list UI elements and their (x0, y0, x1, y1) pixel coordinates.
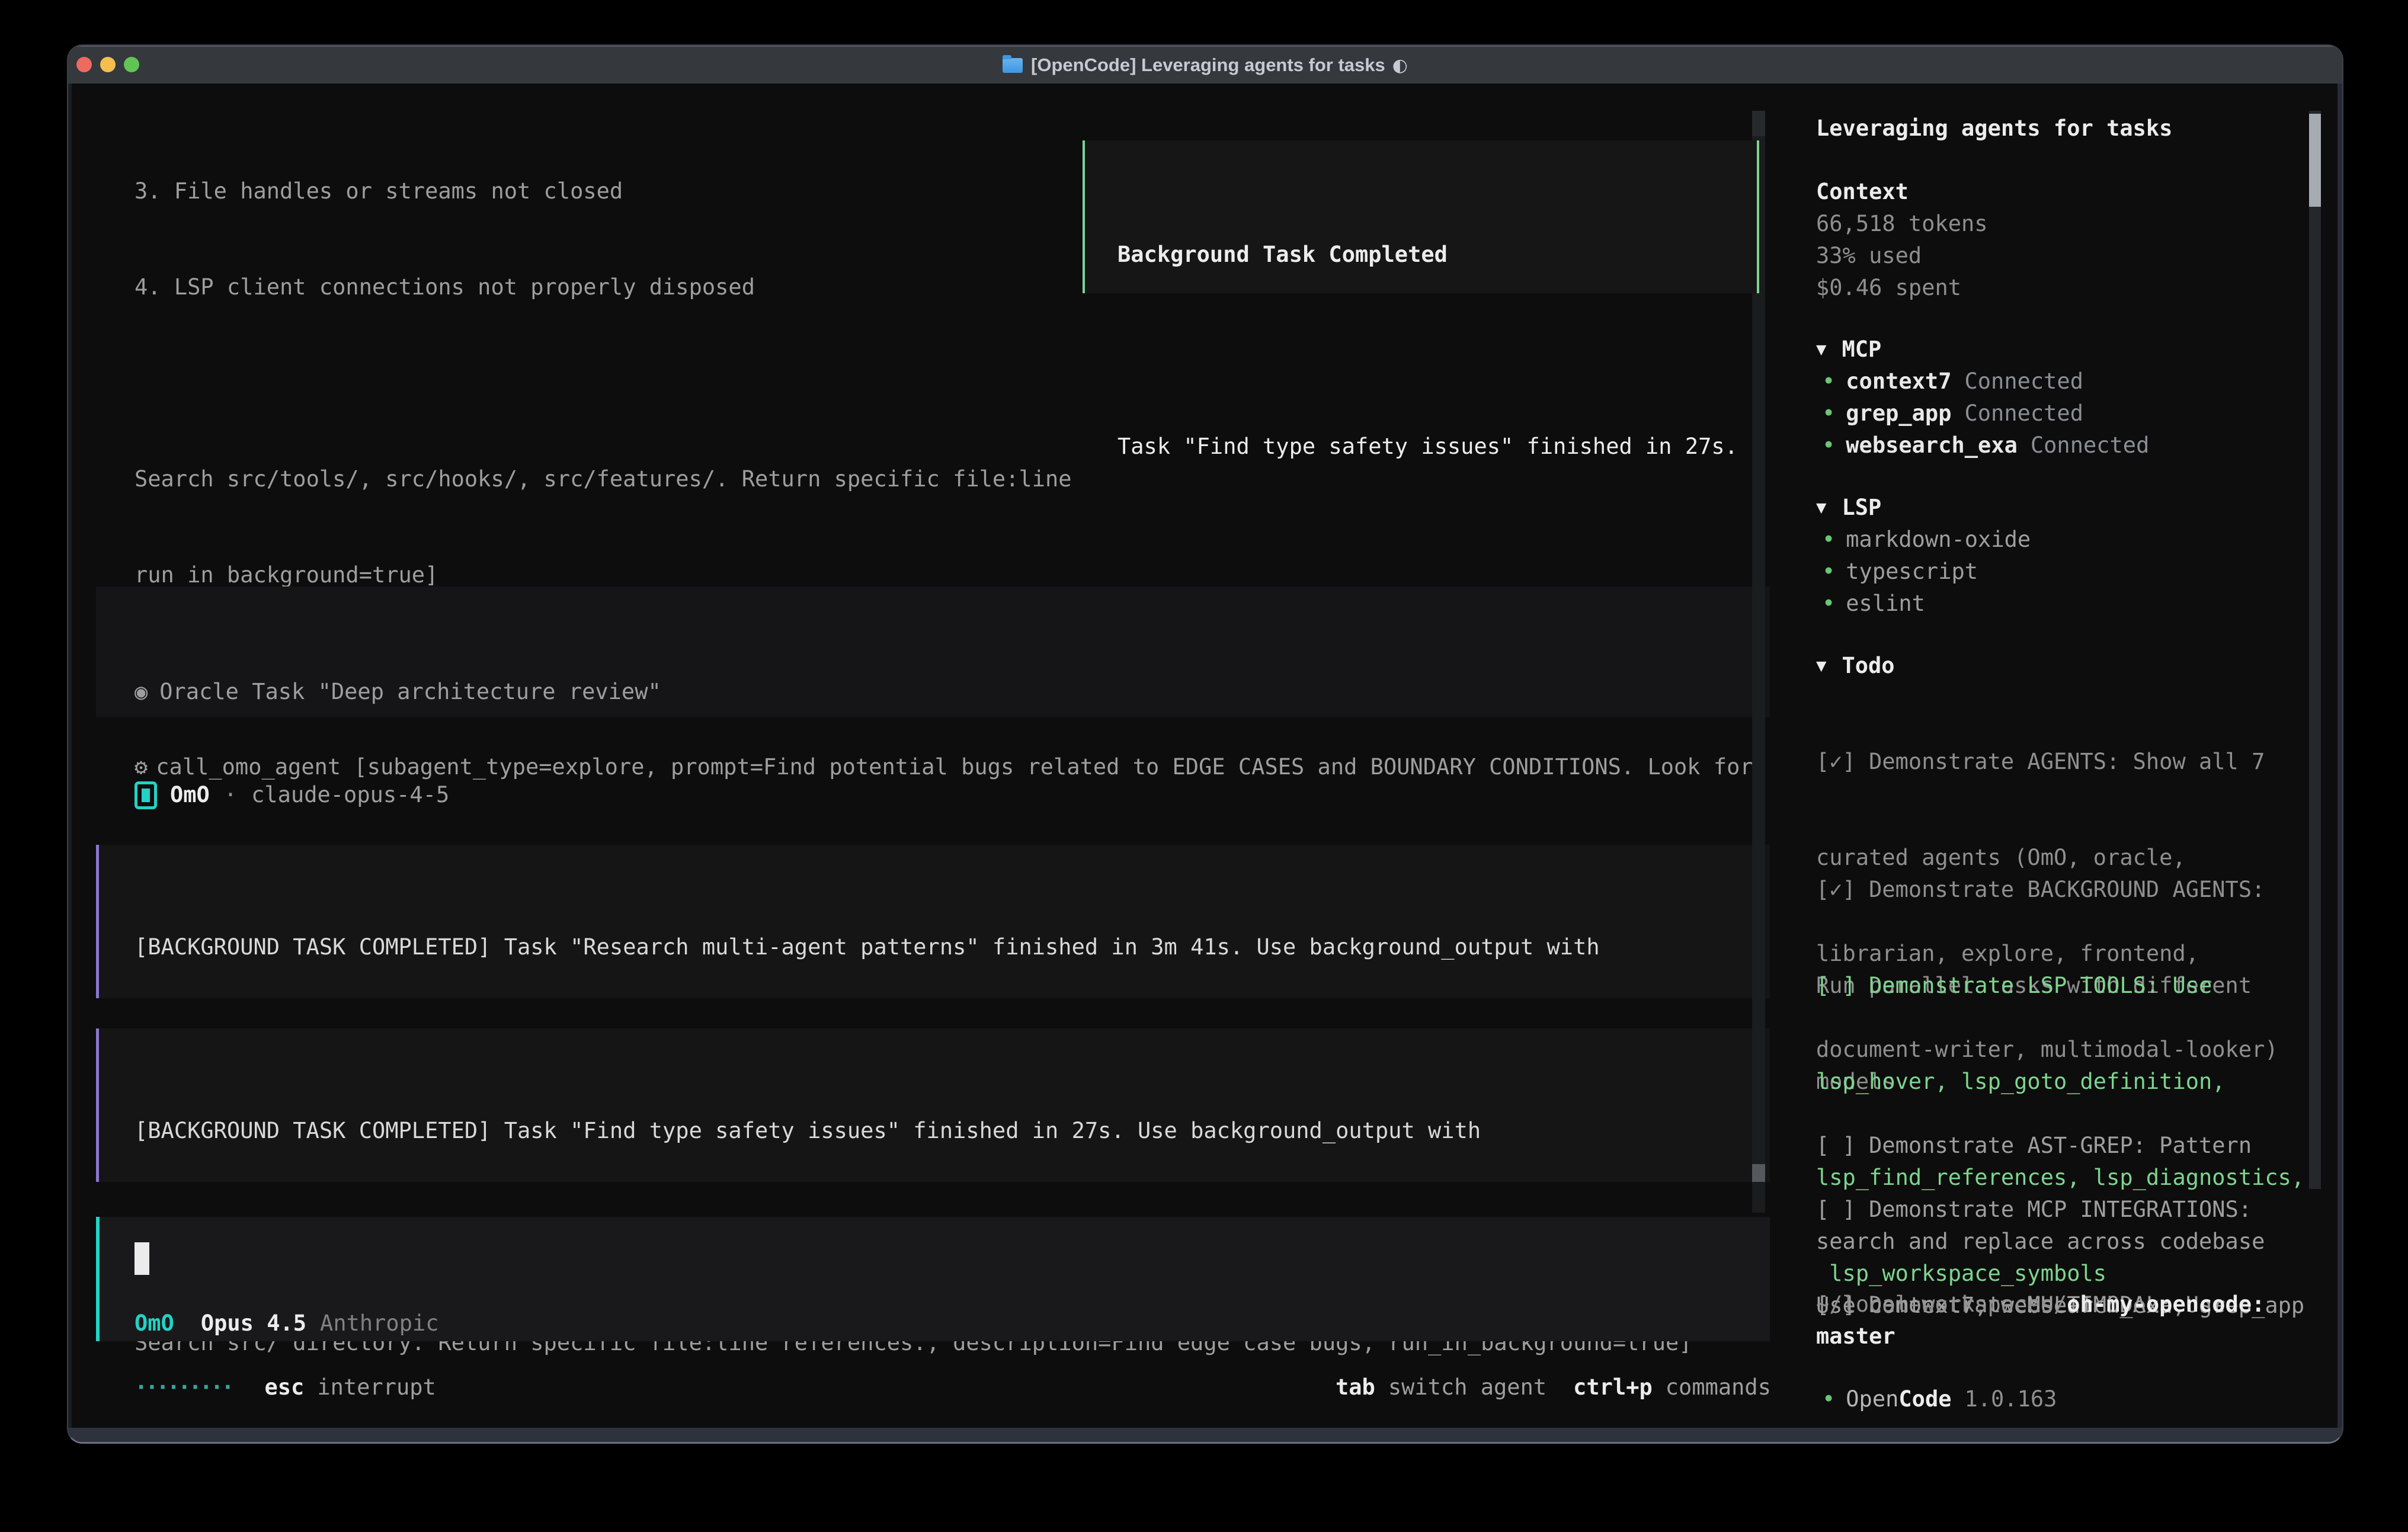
mcp-status: Connected (1965, 368, 2083, 394)
statusbar-left: ········· esc interrupt (135, 1371, 436, 1403)
mcp-item: • grep_app Connected (1822, 398, 2083, 430)
mcp-item: • context7 Connected (1822, 366, 2083, 398)
background-task-message: [BACKGROUND TASK COMPLETED] Task "Resear… (96, 845, 1770, 998)
ctrlp-key-label: commands (1666, 1371, 1771, 1403)
toast-body: Task "Find type safety issues" finished … (1117, 431, 1757, 463)
model-row: OmO Opus 4.5 Anthropic (135, 1307, 439, 1339)
oracle-marker-icon: ◉ (135, 679, 148, 704)
input-provider: Anthropic (320, 1307, 438, 1339)
close-button[interactable] (76, 57, 92, 72)
separator-dot: · (224, 779, 237, 811)
status-dot-icon: • (1822, 559, 1835, 584)
input-model: Opus 4.5 (201, 1307, 306, 1339)
window-title: [OpenCode] Leveraging agents for tasks (1031, 55, 1385, 76)
context-heading: Context (1816, 176, 1909, 208)
statusbar: ········· esc interrupt tab switch agent… (135, 1371, 1771, 1403)
folder-icon (1003, 58, 1023, 73)
status-dot-icon: • (1822, 527, 1835, 552)
status-dot-icon: • (1822, 432, 1835, 458)
section-lsp[interactable]: ▼ LSP (1816, 492, 1881, 525)
task-text-line: [BACKGROUND TASK COMPLETED] Task "Find t… (135, 1115, 1770, 1147)
activity-dots-icon: ········· (135, 1371, 232, 1403)
branch-name: master (1816, 1321, 1895, 1352)
task-text-line: [BACKGROUND TASK COMPLETED] Task "Resear… (135, 931, 1770, 963)
agent-header: OmO · claude-opus-4-5 (135, 779, 449, 811)
main-scrollbar-segment (1752, 111, 1765, 136)
input-agent-name: OmO (135, 1307, 174, 1339)
oracle-task-box: ◉Oracle Task "Deep architecture review" … (96, 586, 1770, 717)
agent-name: OmO (170, 779, 210, 811)
todo-line: [✓] Demonstrate BACKGROUND AGENTS: (1816, 874, 2265, 906)
mcp-status: Connected (2031, 432, 2149, 458)
tab-key-hint: tab (1336, 1371, 1375, 1403)
window-title-group: [OpenCode] Leveraging agents for tasks ◐ (1003, 55, 1408, 76)
todo-line: [ ] Demonstrate LSP TOOLS: Use (1816, 970, 2304, 1002)
app-name-dim: Open (1846, 1386, 1898, 1412)
todo-line: [✓] Demonstrate AGENTS: Show all 7 (1816, 746, 2278, 778)
lsp-item: • eslint (1822, 588, 1925, 620)
context-used: 33% used (1816, 240, 1922, 272)
sidebar-scrollbar[interactable] (2309, 111, 2321, 1189)
sidebar-scrollbar-thumb[interactable] (2309, 114, 2321, 207)
minimize-button[interactable] (100, 57, 116, 72)
mcp-name: grep_app (1846, 400, 1951, 426)
oracle-title-line: ◉ Oracle Task "Deep architecture review" (135, 676, 1770, 708)
chevron-down-icon: ▼ (1816, 649, 1826, 681)
titlebar: [OpenCode] Leveraging agents for tasks ◐ (68, 46, 2342, 84)
section-todo[interactable]: ▼ Todo (1816, 650, 1895, 683)
text-cursor (135, 1242, 149, 1275)
section-mcp[interactable]: ▼ MCP (1816, 334, 1881, 367)
mcp-name: websearch_exa (1846, 432, 2018, 458)
chevron-down-icon: ▼ (1816, 491, 1826, 523)
screen: [OpenCode] Leveraging agents for tasks ◐… (0, 0, 2408, 1532)
toast-background-task-completed: Background Task Completed Task "Find typ… (1083, 140, 1759, 293)
traffic-lights (76, 57, 139, 72)
window-bottom-strip (68, 1428, 2342, 1442)
esc-key-hint: esc (264, 1371, 304, 1403)
prompt-input[interactable]: OmO Opus 4.5 Anthropic (96, 1217, 1770, 1341)
chevron-down-icon: ▼ (1816, 333, 1826, 365)
opencode-window: [OpenCode] Leveraging agents for tasks ◐… (67, 44, 2343, 1444)
path-prefix: ~/local-workspaces/ (1816, 1291, 2067, 1317)
agent-model: claude-opus-4-5 (251, 779, 449, 811)
context-tokens: 66,518 tokens (1816, 208, 1988, 240)
lsp-heading: LSP (1842, 495, 1881, 520)
status-dot-icon: • (1822, 1386, 1835, 1412)
mcp-name: context7 (1846, 368, 1951, 394)
status-dot-icon: • (1822, 368, 1835, 394)
lsp-name: markdown-oxide (1846, 527, 2031, 552)
lsp-name: typescript (1846, 559, 1978, 584)
status-dot-icon: • (1822, 400, 1835, 426)
oracle-title: Oracle Task "Deep architecture review" (159, 679, 661, 704)
agent-omo-icon (135, 781, 157, 809)
lsp-item: • markdown-oxide (1822, 524, 2031, 556)
toast-title: Background Task Completed (1117, 239, 1757, 271)
todo-line: [ ] Demonstrate MCP INTEGRATIONS: (1816, 1194, 2304, 1226)
ctrlp-key-hint: ctrl+p (1573, 1371, 1653, 1403)
lsp-name: eslint (1846, 591, 1925, 616)
todo-heading: Todo (1842, 653, 1894, 678)
session-busy-icon: ◐ (1392, 55, 1408, 76)
status-dot-icon: • (1822, 591, 1835, 616)
background-task-message: [BACKGROUND TASK COMPLETED] Task "Find t… (96, 1028, 1770, 1182)
app-version-row: • OpenCode 1.0.163 (1822, 1383, 2057, 1415)
main-scrollbar-thumb[interactable] (1752, 1164, 1765, 1182)
mcp-item: • websearch_exa Connected (1822, 430, 2149, 461)
statusbar-right: tab switch agent ctrl+p commands (1336, 1371, 1771, 1403)
tab-key-label: switch agent (1388, 1371, 1546, 1403)
esc-key-label: interrupt (317, 1371, 436, 1403)
sidebar-session-title: Leveraging agents for tasks (1816, 113, 2172, 145)
workspace-path: ~/local-workspaces/oh-my-opencode: (1816, 1289, 2265, 1321)
context-spent: $0.46 spent (1816, 272, 1961, 304)
mcp-heading: MCP (1842, 336, 1881, 362)
app-version: 1.0.163 (1965, 1386, 2057, 1412)
mcp-status: Connected (1965, 400, 2083, 426)
app-name-bold: Code (1898, 1386, 1951, 1412)
repo-name: oh-my-opencode: (2067, 1291, 2265, 1317)
zoom-button[interactable] (124, 57, 139, 72)
lsp-item: • typescript (1822, 556, 1978, 588)
